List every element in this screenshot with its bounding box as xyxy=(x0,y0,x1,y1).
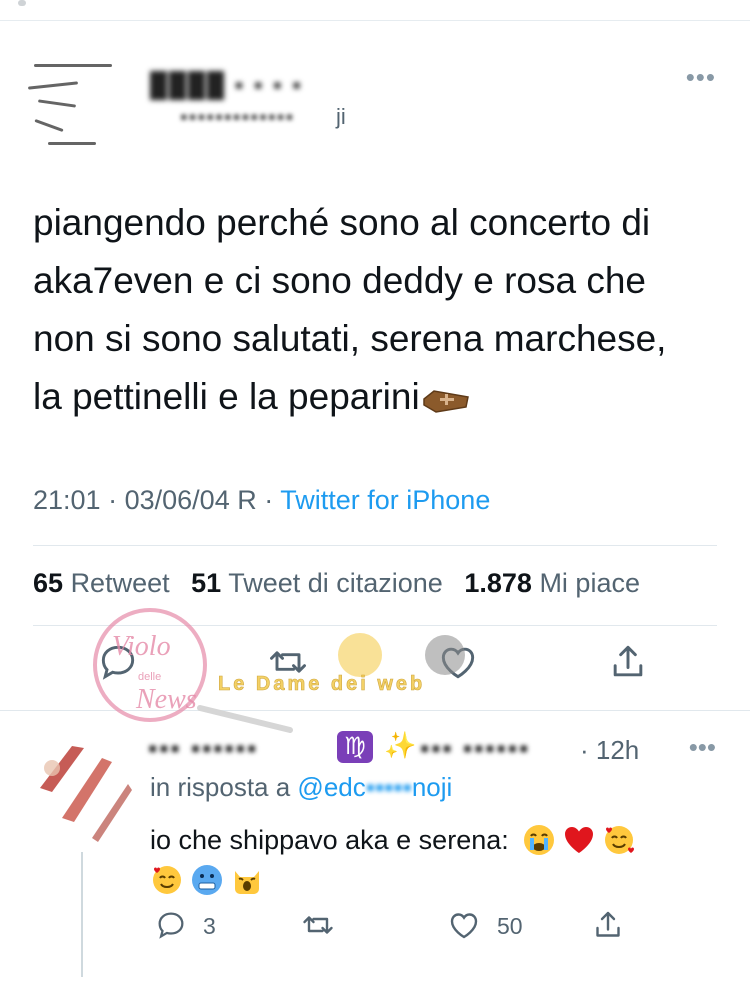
reply-icon[interactable] xyxy=(96,640,140,684)
retweets-count: 65 xyxy=(33,568,64,598)
tweet-meta: 21:01 · 03/06/04 R · Twitter for iPhone xyxy=(33,485,490,516)
likes-stat[interactable]: 1.878 Mi piace xyxy=(464,568,640,598)
reply-icon[interactable] xyxy=(154,905,188,945)
reply-count: 3 xyxy=(203,913,216,939)
meta-separator: · xyxy=(108,485,118,515)
mention-start: @edc xyxy=(297,772,366,802)
reply-more-icon[interactable]: ••• xyxy=(689,732,716,763)
likes-count: 1.878 xyxy=(464,568,532,598)
mention-redacted: ▪▪▪▪▪ xyxy=(365,772,412,802)
like-icon[interactable] xyxy=(436,640,480,684)
red-heart-emoji xyxy=(565,827,594,853)
tweet-text: piangendo perché sono al concerto di aka… xyxy=(33,194,723,426)
author-name-redacted[interactable]: ████ ▪ ▪ ▪ ▪ xyxy=(150,72,303,100)
previous-tweet-dot xyxy=(18,0,26,6)
author-handle-redacted: ▪▪▪▪▪▪▪▪▪▪▪▪▪ xyxy=(180,104,295,129)
retweets-label: Retweet xyxy=(70,568,170,598)
divider xyxy=(33,625,717,626)
mention-end: noji xyxy=(411,772,453,802)
reply-actions: 3 50 xyxy=(0,905,750,955)
reply-author-avatar[interactable] xyxy=(32,728,132,848)
sparkles-icon: ✨ xyxy=(384,730,417,760)
likes-label: Mi piace xyxy=(539,568,640,598)
crying-face-emoji xyxy=(524,825,555,855)
retweet-icon[interactable] xyxy=(300,905,336,945)
author-avatar-redacted[interactable] xyxy=(27,58,120,150)
quotes-label: Tweet di citazione xyxy=(228,568,443,598)
quotes-count: 51 xyxy=(191,568,222,598)
cold-face-emoji xyxy=(192,865,222,895)
tweet-text-line: aka7even e ci sono deddy e rosa che xyxy=(33,260,646,301)
quotes-stat[interactable]: 51 Tweet di citazione xyxy=(191,568,443,598)
reply-text-content: io che shippavo aka e serena: xyxy=(150,825,509,855)
previous-tweet-edge xyxy=(0,0,750,21)
tweet-text-line: piangendo perché sono al concerto di xyxy=(33,202,651,243)
tweet-text-line: la pettinelli e la peparini xyxy=(33,368,723,426)
like-count: 50 xyxy=(497,913,523,939)
weary-cat-emoji xyxy=(235,871,259,894)
divider xyxy=(0,710,750,711)
retweets-stat[interactable]: 65 Retweet xyxy=(33,568,170,598)
share-icon[interactable] xyxy=(590,905,626,945)
like-icon[interactable] xyxy=(446,905,482,945)
tweet-date: 03/06/04 R xyxy=(124,485,257,515)
tweet-time: 21:01 xyxy=(33,485,101,515)
in-reply-prefix: in risposta a xyxy=(150,772,291,802)
virgo-icon: ♍ xyxy=(337,731,373,763)
tweet-actions xyxy=(0,640,750,700)
smiling-hearts-emoji xyxy=(153,866,181,894)
in-reply-to: in risposta a @edc▪▪▪▪▪noji xyxy=(150,772,452,803)
tweet-source-link[interactable]: Twitter for iPhone xyxy=(280,485,490,515)
share-icon[interactable] xyxy=(606,640,650,684)
divider xyxy=(33,545,717,546)
author-handle-tail: ji xyxy=(336,104,346,129)
coffin-emoji xyxy=(422,390,469,413)
reply-text: io che shippavo aka e serena: xyxy=(150,820,710,900)
tweet-stats: 65 Retweet 51 Tweet di citazione 1.878 M… xyxy=(33,568,640,599)
smiling-hearts-emoji xyxy=(605,826,635,854)
reply-author-name-redacted[interactable]: ▪▪▪ ▪▪▪▪▪▪ xyxy=(148,733,258,764)
reply-time: · 12h xyxy=(580,735,640,765)
tweet-text-line: non si sono salutati, serena marchese, xyxy=(33,318,667,359)
more-icon[interactable]: ••• xyxy=(686,62,716,93)
mention-link[interactable]: @edc▪▪▪▪▪noji xyxy=(297,772,452,802)
reply-handle-redacted: ▪▪▪ ▪▪▪▪▪▪ xyxy=(420,733,531,763)
retweet-icon[interactable] xyxy=(266,640,310,684)
meta-separator: · xyxy=(264,485,274,515)
